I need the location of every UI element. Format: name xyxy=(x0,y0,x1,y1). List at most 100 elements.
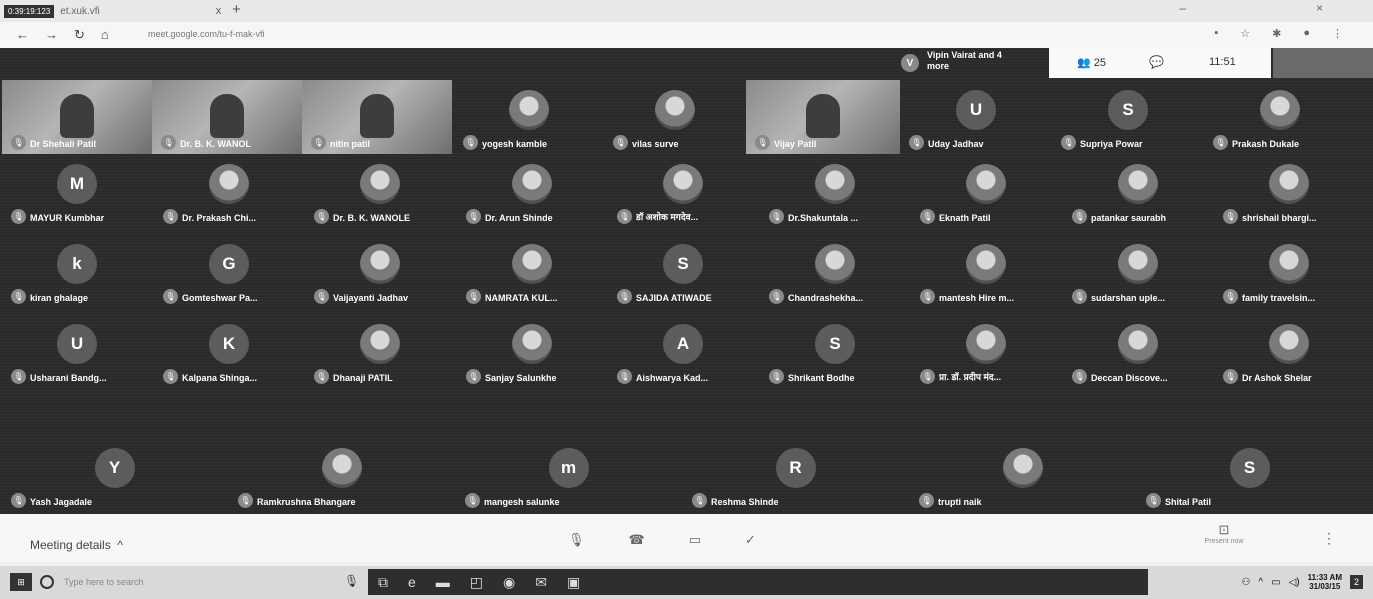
browser-tab[interactable]: 0:39:19:123 et.xuk.vfi x xyxy=(4,2,221,20)
profile-avatar-icon[interactable]: ● xyxy=(1303,27,1310,40)
participant-avatar xyxy=(966,164,1006,204)
participant-name: Eknath Patil xyxy=(939,213,991,223)
network-icon[interactable]: ▭ xyxy=(1271,577,1280,588)
participant-tile[interactable]: 🎙 Dr. Arun Shinde xyxy=(457,154,607,228)
photos-icon[interactable]: ▣ xyxy=(567,574,580,591)
people-icon[interactable]: ⚇ xyxy=(1241,577,1250,588)
participant-name: Shrikant Bodhe xyxy=(788,373,855,383)
participant-tile[interactable]: K 🎙 Kalpana Shinga... xyxy=(154,314,304,388)
participant-tile[interactable]: 🎙 Vaijayanti Jadhav xyxy=(305,234,455,308)
participant-name: sudarshan uple... xyxy=(1091,293,1166,303)
taskbar-mic-icon[interactable]: 🎙 xyxy=(344,574,359,588)
participant-tile[interactable]: U 🎙 Uday Jadhav xyxy=(900,80,1052,154)
participant-tile[interactable]: 🎙 Dr. B. K. WANOLE xyxy=(305,154,455,228)
microphone-icon[interactable]: 🎙 xyxy=(568,532,585,548)
mic-muted-icon: 🎙 xyxy=(314,289,329,304)
participant-tile[interactable]: 🎙 Deccan Discove... xyxy=(1063,314,1213,388)
home-icon[interactable]: ⌂ xyxy=(101,27,109,43)
participant-tile[interactable]: 🎙 Prakash Dukale xyxy=(1204,80,1356,154)
back-arrow-icon[interactable]: ← xyxy=(16,27,29,43)
participant-tile[interactable]: k 🎙 kiran ghalage xyxy=(2,234,152,308)
tray-chevron-icon[interactable]: ^ xyxy=(1258,577,1263,588)
window-controls[interactable]: – × xyxy=(1179,1,1353,15)
volume-icon[interactable]: ◁) xyxy=(1289,577,1300,588)
camera-icon[interactable]: ▭ xyxy=(689,532,701,548)
participant-avatar xyxy=(1002,448,1043,488)
participant-tile[interactable]: 🎙 Chandrashekha... xyxy=(760,234,910,308)
participant-tile[interactable]: 🎙 NAMRATA KUL... xyxy=(457,234,607,308)
participant-tile[interactable]: 🎙 Dr. Prakash Chi... xyxy=(154,154,304,228)
participant-tile[interactable]: A 🎙 Aishwarya Kad... xyxy=(608,314,758,388)
participant-tile[interactable]: m 🎙 mangesh salunke xyxy=(456,438,681,512)
participant-name: SAJIDA ATIWADE xyxy=(636,293,712,303)
tab-close-icon[interactable]: x xyxy=(216,5,222,17)
chrome-icon[interactable]: ◉ xyxy=(503,574,515,591)
meeting-info-panel: 👥 25 💬 11:51 xyxy=(1049,48,1271,78)
chat-icon[interactable]: 💬 xyxy=(1149,55,1164,69)
participant-name: patankar saurabh xyxy=(1091,213,1167,223)
participant-count[interactable]: 👥 25 xyxy=(1077,56,1106,69)
participant-tile[interactable]: U 🎙 Usharani Bandg... xyxy=(2,314,152,388)
present-now-label: Present now xyxy=(1204,538,1244,545)
participant-tile[interactable]: 🎙 sudarshan uple... xyxy=(1063,234,1213,308)
reload-icon[interactable]: ↻ xyxy=(74,27,85,43)
participant-tile[interactable]: G 🎙 Gomteshwar Pa... xyxy=(154,234,304,308)
participant-tile[interactable]: 🎙 Dr Shehali Patil xyxy=(2,80,152,154)
participant-tile[interactable]: 🎙 nitin patil xyxy=(302,80,452,154)
participant-tile[interactable]: 🎙 trupti naik xyxy=(910,438,1135,512)
participant-tile[interactable]: 🎙 mantesh Hire m... xyxy=(911,234,1061,308)
forward-arrow-icon[interactable]: → xyxy=(45,27,58,43)
participant-name: Uday Jadhav xyxy=(928,139,984,149)
tab-recording-badge: 0:39:19:123 xyxy=(4,4,55,18)
more-options-icon[interactable]: ⋮ xyxy=(1322,530,1336,547)
store-icon[interactable]: ◰ xyxy=(470,574,483,591)
taskbar-clock[interactable]: 11:33 AM 31/03/15 xyxy=(1308,573,1342,591)
participant-tile[interactable]: 🎙 yogesh kamble xyxy=(454,80,604,154)
participant-tile[interactable]: 🎙 Dhanaji PATIL xyxy=(305,314,455,388)
participant-tile[interactable]: S 🎙 Shrikant Bodhe xyxy=(760,314,910,388)
file-explorer-icon[interactable]: ▬ xyxy=(436,574,450,590)
participant-tile[interactable]: 🎙 Eknath Patil xyxy=(911,154,1061,228)
extension-puzzle-icon[interactable]: ✱ xyxy=(1272,27,1281,40)
mic-muted-icon: 🎙 xyxy=(1223,209,1238,224)
present-now-button[interactable]: ⊡ Present now xyxy=(1192,522,1256,545)
participant-tile[interactable]: 🎙 Dr Ashok Shelar xyxy=(1214,314,1364,388)
edge-browser-icon[interactable]: e xyxy=(408,574,416,590)
participant-count-value: 25 xyxy=(1093,57,1107,69)
captions-icon[interactable]: ✓ xyxy=(745,532,756,548)
participant-tile[interactable]: S 🎙 Supriya Powar xyxy=(1052,80,1204,154)
windows-start-icon[interactable]: ⊞ xyxy=(10,573,32,591)
participant-tile[interactable]: 🎙 Ramkrushna Bhangare xyxy=(229,438,454,512)
participant-name: Dr. Prakash Chi... xyxy=(182,213,257,223)
participant-tile[interactable]: S 🎙 Shital Patil xyxy=(1137,438,1362,512)
participant-tile[interactable]: S 🎙 SAJIDA ATIWADE xyxy=(608,234,758,308)
participant-tile[interactable]: 🎙 Vijay Patil xyxy=(746,80,900,154)
participant-tile[interactable]: M 🎙 MAYUR Kumbhar xyxy=(2,154,152,228)
browser-menu-icon[interactable]: ⋮ xyxy=(1332,27,1343,40)
taskbar-search[interactable]: Type here to search xyxy=(40,571,330,593)
bookmark-star-icon[interactable]: ☆ xyxy=(1240,27,1250,40)
participant-tile[interactable]: 🎙 डॉ अशोक मगदेव... xyxy=(608,154,758,228)
participant-tile[interactable]: 🎙 Dr.Shakuntala ... xyxy=(760,154,910,228)
participant-tile[interactable]: 🎙 shrishail bhargi... xyxy=(1214,154,1364,228)
participant-tile[interactable]: 🎙 प्रा. डॉ. प्रदीप मंद... xyxy=(911,314,1061,388)
participant-tile[interactable]: R 🎙 Reshma Shinde xyxy=(683,438,908,512)
participant-tile[interactable]: Y 🎙 Yash Jagadale xyxy=(2,438,227,512)
camera-indicator-icon[interactable]: ▪ xyxy=(1214,27,1218,40)
url-field[interactable]: meet.google.com/tu-f-mak-vfi xyxy=(148,29,265,39)
participant-tile[interactable]: 🎙 Dr. B. K. WANOL xyxy=(152,80,302,154)
participant-tile[interactable]: 🎙 family travelsin... xyxy=(1214,234,1364,308)
meeting-details-button[interactable]: Meeting details ^ xyxy=(30,538,123,552)
participant-tile[interactable]: 🎙 vilas surve xyxy=(604,80,746,154)
new-tab-button[interactable]: + xyxy=(232,1,241,18)
task-view-icon[interactable]: ⧉ xyxy=(378,574,388,591)
participant-name: Sanjay Salunkhe xyxy=(485,373,557,383)
participant-tile[interactable]: 🎙 Sanjay Salunkhe xyxy=(457,314,607,388)
participant-name: Yash Jagadale xyxy=(30,497,93,507)
self-view-thumbnail[interactable] xyxy=(1273,48,1373,78)
notification-icon[interactable]: 2 xyxy=(1349,575,1363,589)
mail-icon[interactable]: ✉ xyxy=(535,574,547,591)
leave-call-icon[interactable]: ☎ xyxy=(629,532,645,548)
participant-tile[interactable]: 🎙 patankar saurabh xyxy=(1063,154,1213,228)
mic-muted-icon: 🎙 xyxy=(920,209,935,224)
